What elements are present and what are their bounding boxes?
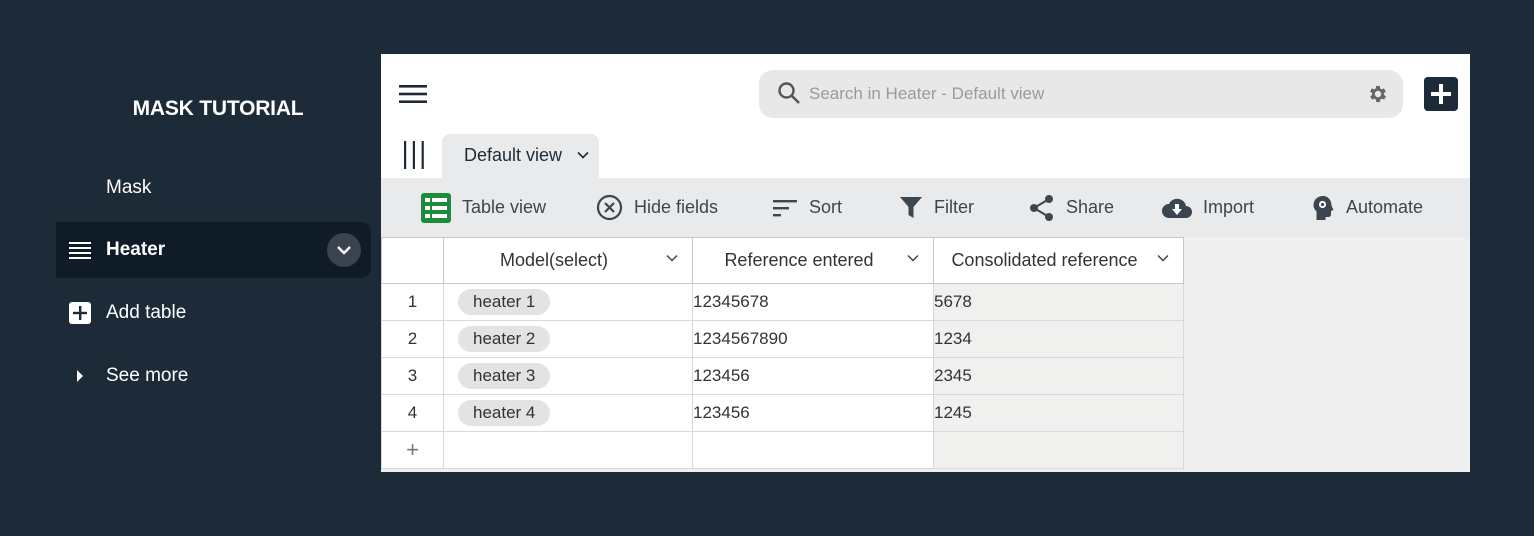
column-header-reference[interactable]: Reference entered [692,237,934,284]
caret-right-icon [77,370,83,382]
views-list-icon[interactable] [403,141,425,169]
sidebar-item-mask[interactable]: Mask [56,160,371,216]
select-chip[interactable]: heater 2 [458,326,551,352]
sort-label: Sort [809,197,843,217]
column-header-label: Consolidated reference [951,250,1138,270]
sidebar-item-label: Add table [106,302,187,323]
toolbar: Table view Hide fields Sort Filter Share… [381,178,1470,237]
share-button[interactable]: Share [1029,178,1114,237]
row-number-header [381,237,444,284]
tab-default-view[interactable]: Default view [442,134,599,178]
automate-button[interactable]: Automate [1311,178,1423,237]
app-title: MASK TUTORIAL [132,97,304,120]
sort-button[interactable]: Sort [772,178,842,237]
reference-cell[interactable]: 12345678 [692,283,934,321]
automate-label: Automate [1346,197,1424,217]
table-row[interactable]: 1 heater 1 12345678 5678 [381,283,1184,321]
select-chip[interactable]: heater 3 [458,363,551,389]
table-list-icon [69,242,91,259]
add-button[interactable] [1424,77,1458,111]
main-panel: Search in Heater - Default view Default … [381,54,1470,472]
plus-square-icon [69,302,91,324]
hide-fields-button[interactable]: Hide fields [596,178,718,237]
chevron-down-icon[interactable] [907,254,919,262]
column-header-label: Model(select) [499,250,609,270]
cloud-download-icon [1162,198,1192,218]
sidebar-item-see-more[interactable]: See more [56,348,371,404]
table-view-button[interactable]: Table view [421,178,546,237]
select-chip[interactable]: heater 1 [458,289,551,315]
chevron-down-icon[interactable] [1157,254,1169,262]
consolidated-cell: 1234 [933,320,1184,358]
column-header-model[interactable]: Model(select) [443,237,693,284]
consolidated-cell: 5678 [933,283,1184,321]
sort-lines-icon [773,199,797,216]
consolidated-cell: 2345 [933,357,1184,395]
chevron-down-icon [577,151,589,159]
row-number: 4 [381,394,444,432]
model-cell[interactable]: heater 3 [443,357,693,395]
reference-cell[interactable]: 123456 [692,394,934,432]
reference-cell[interactable]: 1234567890 [692,320,934,358]
gear-icon[interactable] [1367,83,1389,105]
expand-table-button[interactable] [327,233,361,267]
model-cell[interactable]: heater 4 [443,394,693,432]
row-number: 3 [381,357,444,395]
search-bar[interactable]: Search in Heater - Default view [759,70,1403,118]
row-number: 1 [381,283,444,321]
add-row-button[interactable]: + [381,431,444,469]
sidebar: MASK TUTORIAL Mask Heater Add table See [0,0,380,536]
import-label: Import [1203,197,1255,217]
reference-cell[interactable]: 123456 [692,357,934,395]
import-button[interactable]: Import [1162,178,1254,237]
row-number: 2 [381,320,444,358]
tab-label: Default view [464,145,563,165]
hide-fields-label: Hide fields [634,197,719,217]
sidebar-item-label: Mask [106,177,152,198]
sidebar-item-heater[interactable]: Heater [56,222,371,278]
table-row[interactable]: 4 heater 4 123456 1245 [381,394,1184,432]
empty-cell[interactable] [692,431,934,469]
chevron-down-icon[interactable] [666,254,678,262]
empty-cell[interactable] [443,431,693,469]
table-row[interactable]: 2 heater 2 1234567890 1234 [381,320,1184,358]
model-cell[interactable]: heater 1 [443,283,693,321]
filter-button[interactable]: Filter [899,178,974,237]
search-input[interactable]: Search in Heater - Default view [809,84,1044,104]
table-view-label: Table view [462,197,547,217]
column-header-label: Reference entered [724,250,874,270]
automate-head-gear-icon [1313,195,1334,220]
consolidated-cell: 1245 [933,394,1184,432]
filter-label: Filter [934,197,974,217]
sidebar-item-add-table[interactable]: Add table [56,285,371,341]
table-row[interactable]: 3 heater 3 123456 2345 [381,357,1184,395]
search-icon [778,82,800,104]
filter-funnel-icon [900,196,922,218]
sidebar-item-label: See more [106,365,189,386]
chevron-down-icon [337,246,351,255]
hamburger-icon[interactable] [399,82,427,106]
sidebar-item-label: Heater [106,239,166,260]
add-row[interactable]: + [381,431,1184,469]
share-icon [1030,194,1053,221]
table-view-icon [421,192,451,223]
hide-circle-x-icon [596,194,623,221]
empty-cell [933,431,1184,469]
grid-area: Model(select) Reference entered Consolid… [381,237,1470,472]
select-chip[interactable]: heater 4 [458,400,551,426]
share-label: Share [1066,197,1115,217]
column-header-consolidated[interactable]: Consolidated reference [933,237,1184,284]
data-table: Model(select) Reference entered Consolid… [381,237,1184,469]
model-cell[interactable]: heater 2 [443,320,693,358]
